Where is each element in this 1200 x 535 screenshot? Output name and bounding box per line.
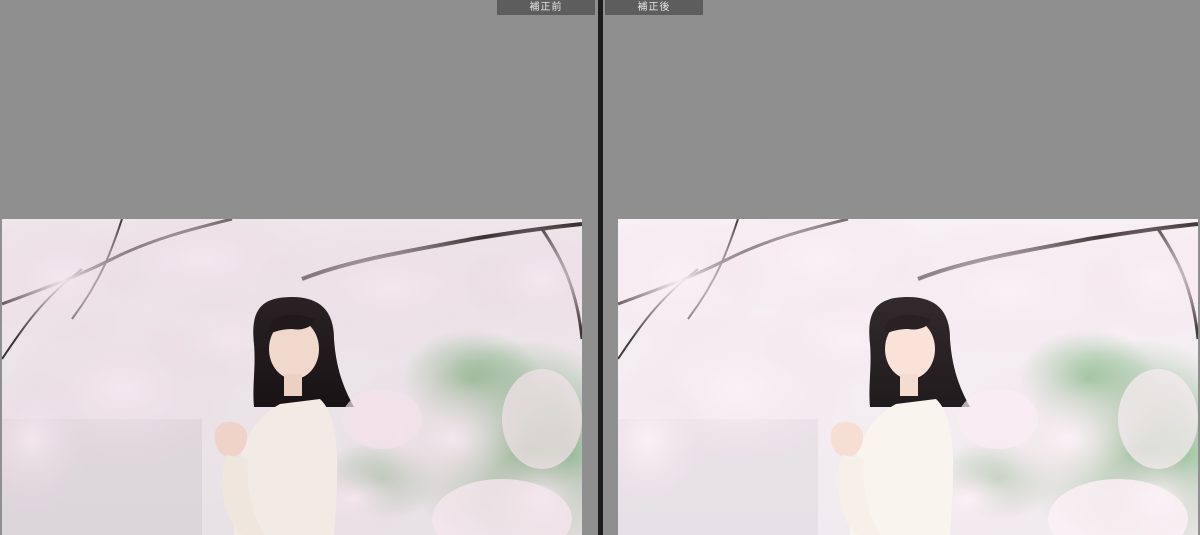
before-label: 補正前 — [497, 0, 595, 15]
before-pane[interactable]: 補正前 — [0, 0, 598, 535]
before-photo[interactable] — [2, 219, 582, 535]
after-label: 補正後 — [605, 0, 703, 15]
before-photo-image — [2, 219, 582, 535]
after-pane[interactable]: 補正後 — [603, 0, 1200, 535]
after-photo-image — [618, 219, 1198, 535]
after-photo[interactable] — [618, 219, 1198, 535]
before-after-compare-view: 補正前 補正後 — [0, 0, 1200, 535]
